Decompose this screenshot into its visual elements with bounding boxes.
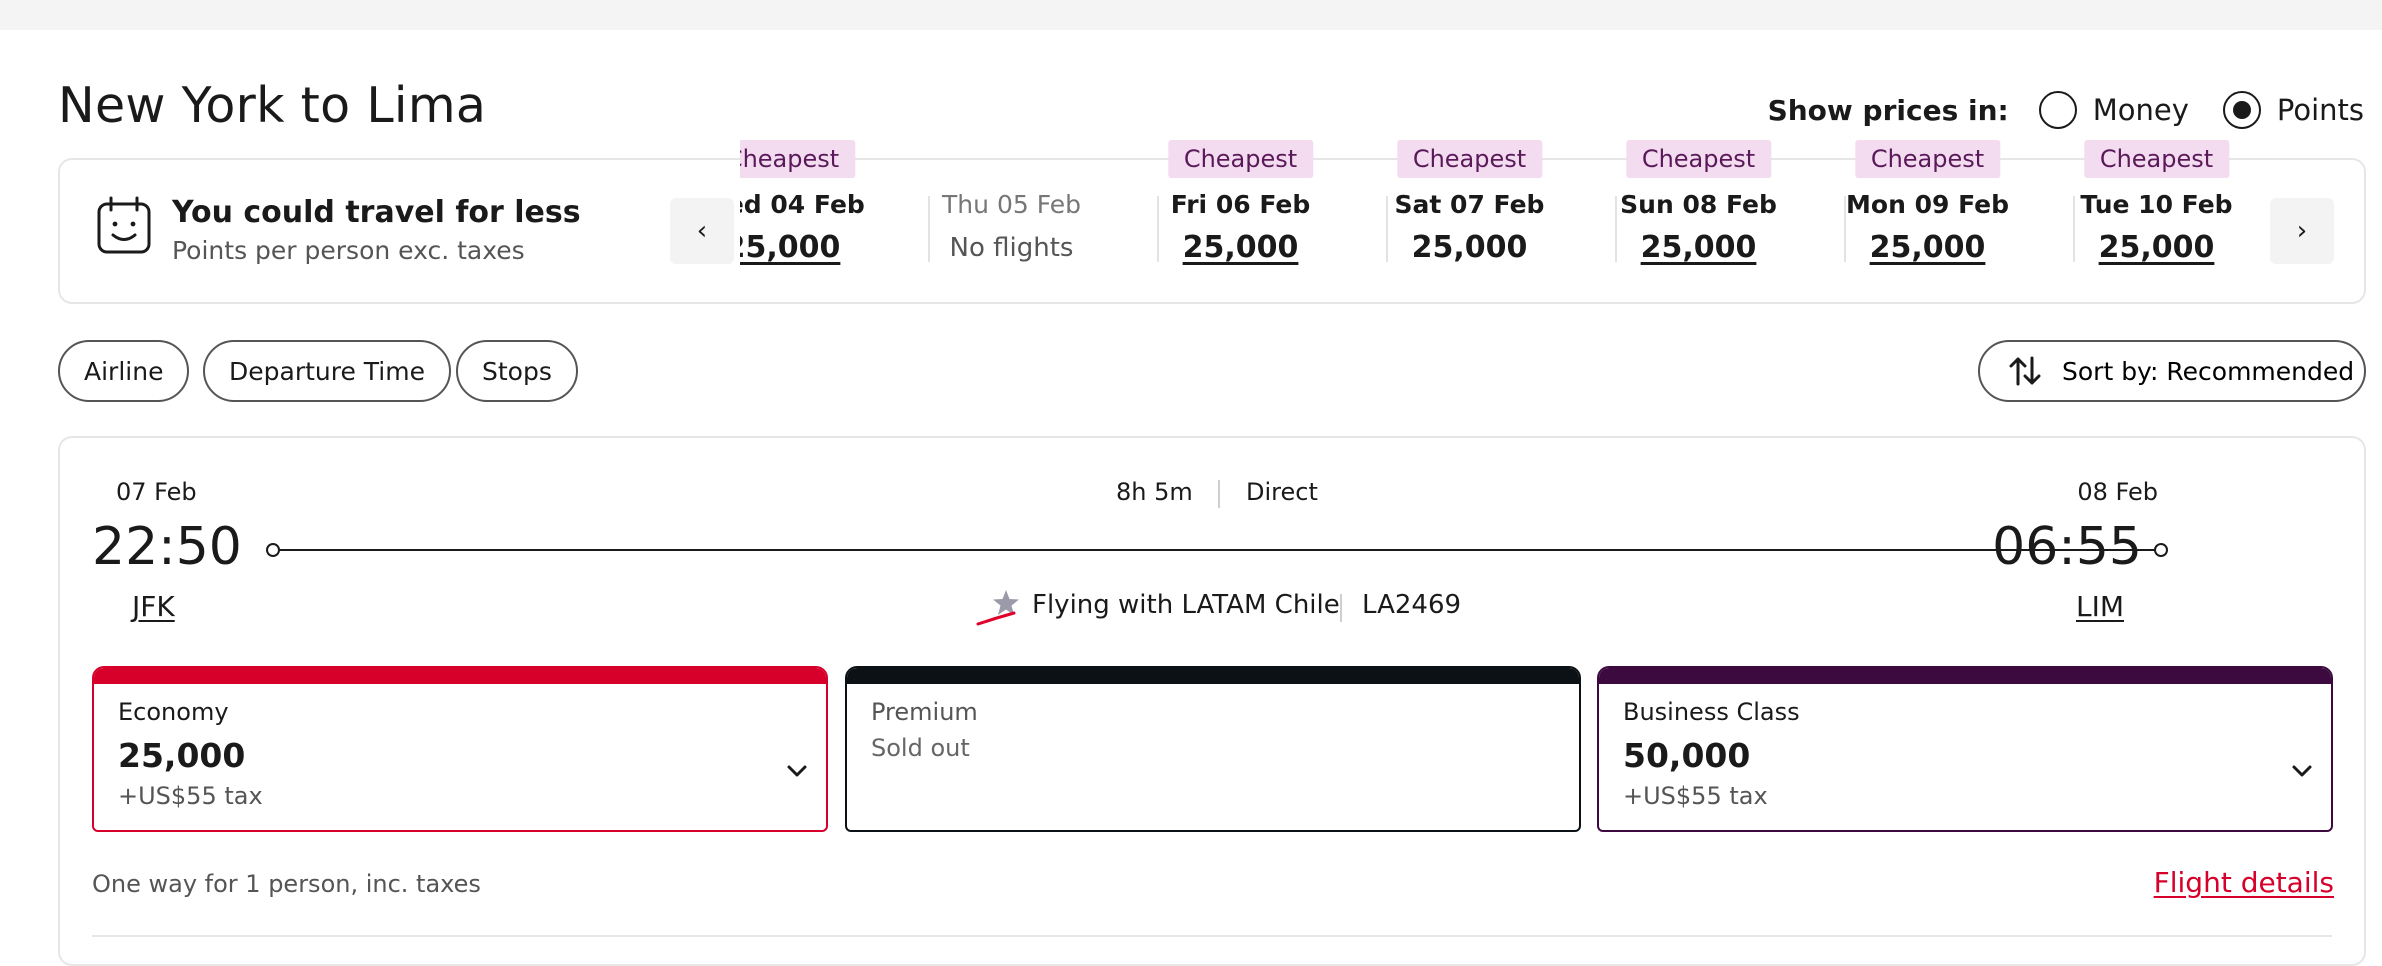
price-toggle-label: Show prices in: — [1767, 93, 2009, 127]
chevron-left-icon: ‹ — [696, 216, 708, 246]
money-radio[interactable] — [2038, 91, 2077, 129]
date-option-sat-07-feb[interactable]: Cheapest Sat 07 Feb 25,000 — [1355, 140, 1584, 280]
sort-arrows-icon — [2009, 356, 2041, 386]
date-option-tue-10-feb[interactable]: Cheapest Tue 10 Feb 25,000 — [2042, 140, 2260, 280]
flight-number: LA2469 — [1362, 590, 1462, 620]
date-price: 25,000 — [1640, 230, 1757, 265]
airline-name: Flying with LATAM Chile — [1032, 590, 1340, 620]
price-mode-toggle: Show prices in: Money Points — [1768, 86, 2364, 134]
promo-subtitle: Points per person exc. taxes — [172, 236, 525, 265]
fare-tax: +US$55 tax — [118, 782, 263, 810]
cheapest-badge: Cheapest — [1625, 140, 1772, 178]
date-price: 25,000 — [2098, 230, 2215, 265]
fare-name: Economy — [118, 698, 229, 726]
date-label: Tue 10 Feb — [2080, 190, 2233, 219]
date-option-wed-04-feb[interactable]: Cheapest Wed 04 Feb 25,000 — [740, 140, 897, 280]
calendar-smile-icon — [97, 196, 151, 254]
date-label: Fri 06 Feb — [1170, 190, 1311, 219]
fare-name: Business Class — [1623, 698, 1800, 726]
fare-note: One way for 1 person, inc. taxes — [92, 870, 481, 898]
fare-color-bar — [1599, 668, 2331, 684]
fare-price: 25,000 — [118, 736, 246, 775]
sort-button[interactable]: Sort by: Recommended — [1978, 340, 2366, 402]
top-band — [0, 0, 2382, 30]
next-dates-button[interactable]: › — [2270, 198, 2334, 264]
flight-stops: Direct — [1246, 478, 1318, 506]
chevron-down-icon — [787, 765, 807, 777]
departure-time: 22:50 — [92, 517, 242, 577]
fare-color-bar — [847, 668, 1579, 684]
chevron-down-icon — [2292, 765, 2312, 777]
arrival-time: 06:55 — [1992, 517, 2142, 577]
premium-fare-card: Premium Sold out — [845, 666, 1581, 832]
points-option-label: Points — [2276, 93, 2364, 127]
cheapest-badge: Cheapest — [1396, 140, 1543, 178]
economy-fare-card[interactable]: Economy 25,000 +US$55 tax — [92, 666, 828, 832]
business-fare-card[interactable]: Business Class 50,000 +US$55 tax — [1597, 666, 2333, 832]
cheapest-badge: Cheapest — [1854, 140, 2001, 178]
money-option[interactable]: Money — [2038, 91, 2189, 129]
departure-time-filter-button[interactable]: Departure Time — [203, 340, 451, 402]
arrival-date: 08 Feb — [2077, 478, 2158, 506]
divider — [1340, 594, 1342, 622]
fare-name: Premium — [871, 698, 978, 726]
latam-logo-icon — [976, 590, 1019, 626]
date-price: 25,000 — [1182, 230, 1299, 265]
arrival-airport-link[interactable]: LIM — [2076, 590, 2124, 623]
date-label: Sat 07 Feb — [1394, 190, 1545, 219]
page-title: New York to Lima — [58, 77, 487, 134]
cheapest-badge: Cheapest — [740, 140, 856, 178]
date-price: No flights — [949, 233, 1074, 263]
promo-title: You could travel for less — [172, 195, 581, 230]
points-radio[interactable] — [2222, 91, 2261, 129]
date-option-fri-06-feb[interactable]: Cheapest Fri 06 Feb 25,000 — [1126, 140, 1355, 280]
date-price: 25,000 — [740, 230, 841, 265]
cheapest-badge: Cheapest — [2083, 140, 2230, 178]
date-label: Sun 08 Feb — [1620, 190, 1777, 219]
points-option[interactable]: Points — [2222, 91, 2364, 129]
date-strip: Cheapest Wed 04 Feb 25,000 Thu 05 Feb No… — [740, 140, 2260, 280]
previous-dates-button[interactable]: ‹ — [670, 198, 734, 264]
chevron-right-icon: › — [2296, 216, 2308, 246]
date-price: 25,000 — [1411, 230, 1528, 265]
fare-price: 50,000 — [1623, 736, 1751, 775]
route-line — [274, 549, 2160, 551]
date-option-sun-08-feb[interactable]: Cheapest Sun 08 Feb 25,000 — [1584, 140, 1813, 280]
airline-filter-button[interactable]: Airline — [58, 340, 190, 402]
money-option-label: Money — [2092, 93, 2189, 127]
departure-airport-link[interactable]: JFK — [132, 590, 175, 623]
sort-label: Sort by: Recommended — [2062, 356, 2355, 386]
date-label: Mon 09 Feb — [1846, 190, 2009, 219]
fare-tax: +US$55 tax — [1623, 782, 1768, 810]
departure-date: 07 Feb — [116, 478, 197, 506]
card-divider — [92, 935, 2332, 937]
date-label: Thu 05 Feb — [942, 190, 1081, 219]
date-label: Wed 04 Feb — [740, 190, 865, 219]
flight-details-link[interactable]: Flight details — [2154, 866, 2334, 899]
date-option-thu-05-feb: Thu 05 Feb No flights — [897, 140, 1126, 280]
divider — [1218, 480, 1220, 508]
flight-duration: 8h 5m — [1116, 478, 1193, 506]
date-price: 25,000 — [1869, 230, 1986, 265]
fare-status: Sold out — [871, 734, 970, 762]
cheapest-badge: Cheapest — [1167, 140, 1314, 178]
route-end-dot — [2154, 543, 2168, 557]
route-start-dot — [266, 543, 280, 557]
date-option-mon-09-feb[interactable]: Cheapest Mon 09 Feb 25,000 — [1813, 140, 2042, 280]
fare-color-bar — [94, 668, 826, 684]
stops-filter-button[interactable]: Stops — [456, 340, 578, 402]
